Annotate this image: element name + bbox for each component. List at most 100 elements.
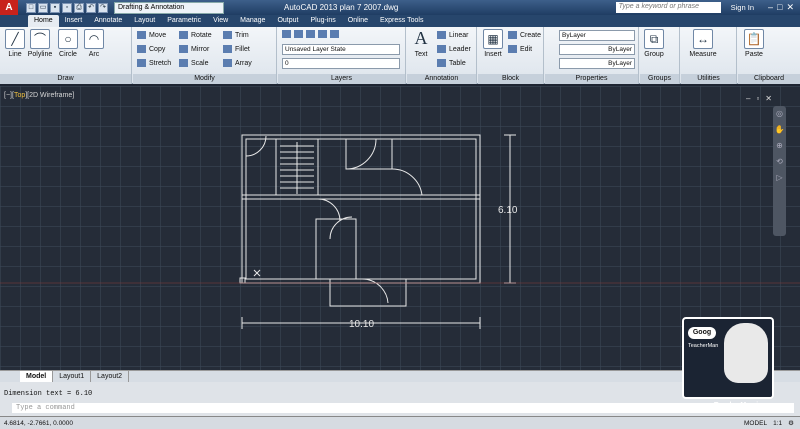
modify-panel-label[interactable]: Modify — [133, 74, 276, 84]
layers-panel: Unsaved Layer State 0 Layers — [278, 27, 406, 84]
tab-output[interactable]: Output — [271, 15, 304, 27]
ribbon-tabs: Home Insert Annotate Layout Parametric V… — [0, 15, 800, 27]
workspace-dropdown[interactable]: Drafting & Annotation — [114, 1, 224, 14]
tab-layout1[interactable]: Layout1 — [53, 371, 92, 382]
inner-wall — [245, 138, 477, 280]
closet — [315, 218, 357, 280]
tab-parametric[interactable]: Parametric — [161, 15, 207, 27]
rotate-tool[interactable]: Rotate — [179, 31, 212, 39]
quick-access-toolbar: □ ▭ ▪ ▫ ⎙ ↶ ↷ — [26, 2, 108, 13]
trim-tool[interactable]: Trim — [223, 31, 249, 39]
save-as-icon[interactable]: ▫ — [62, 2, 72, 13]
circle-tool[interactable]: ○ Circle — [56, 27, 80, 58]
layer-dropdown[interactable]: 0 — [282, 58, 400, 69]
command-window: Dimension text = 6.10 Type a command — [0, 382, 800, 416]
copy-tool[interactable]: Copy — [137, 45, 165, 53]
insert-block-tool[interactable]: ▦ Insert — [480, 27, 506, 58]
tab-manage[interactable]: Manage — [234, 15, 271, 27]
layer-properties-icon[interactable] — [282, 30, 342, 38]
tab-annotate[interactable]: Annotate — [88, 15, 128, 27]
modify-panel: Move Copy Stretch Rotate Mirror Scale Tr… — [133, 27, 277, 84]
measure-icon: ↔ — [693, 29, 713, 49]
tab-express-tools[interactable]: Express Tools — [374, 15, 429, 27]
maximize-icon[interactable]: □ — [777, 2, 782, 13]
brand-name: TeacherMan — [688, 343, 719, 349]
plot-icon[interactable]: ⎙ — [74, 2, 84, 13]
move-icon — [137, 31, 146, 39]
tab-layout[interactable]: Layout — [128, 15, 161, 27]
workspace-switch-icon[interactable]: ⚙ — [788, 419, 794, 427]
rotate-icon — [179, 31, 188, 39]
leader-tool[interactable]: Leader — [437, 45, 471, 53]
layer-state-dropdown[interactable]: Unsaved Layer State — [282, 44, 400, 55]
edit-block-tool[interactable]: Edit — [508, 45, 532, 53]
drawing-canvas[interactable]: [−][Top][2D Wireframe] –▫✕ ◎ ✋ ⊕ ⟲ ▷ 6.1… — [0, 86, 800, 370]
autocad-app-icon[interactable]: A — [0, 0, 18, 15]
tab-home[interactable]: Home — [28, 15, 59, 27]
linear-dim-tool[interactable]: Linear — [437, 31, 468, 39]
command-input[interactable]: Type a command — [12, 403, 794, 413]
open-icon[interactable]: ▭ — [38, 2, 48, 13]
status-toggles: MODEL 1:1 ⚙ — [744, 419, 794, 428]
properties-panel-label[interactable]: Properties — [545, 74, 638, 84]
paste-icon: 📋 — [744, 29, 764, 49]
avatar — [724, 323, 768, 383]
fillet-tool[interactable]: Fillet — [223, 45, 250, 53]
move-tool[interactable]: Move — [137, 31, 166, 39]
arc-tool[interactable]: ◠ Arc — [82, 27, 106, 58]
block-panel-label[interactable]: Block — [478, 74, 543, 84]
tab-online[interactable]: Online — [342, 15, 374, 27]
leader-icon — [437, 45, 446, 53]
array-icon — [223, 59, 232, 67]
coordinate-readout[interactable]: 4.6814, -2.7661, 0.0000 — [4, 420, 73, 427]
stairs — [280, 142, 314, 194]
tab-view[interactable]: View — [207, 15, 234, 27]
utilities-panel-label[interactable]: Utilities — [681, 74, 736, 84]
vertical-dimension-text[interactable]: 6.10 — [498, 205, 518, 216]
groups-panel-label[interactable]: Groups — [640, 74, 679, 84]
bath-room — [345, 138, 393, 170]
tab-plugins[interactable]: Plug-ins — [304, 15, 341, 27]
title-bar: A □ ▭ ▪ ▫ ⎙ ↶ ↷ Drafting & Annotation Au… — [0, 0, 800, 15]
mirror-icon — [179, 45, 188, 53]
sign-in-link[interactable]: Sign In — [731, 3, 754, 12]
model-toggle[interactable]: MODEL — [744, 420, 767, 427]
draw-panel-label[interactable]: Draw — [0, 74, 131, 84]
outer-wall — [241, 134, 481, 284]
tab-model[interactable]: Model — [20, 371, 54, 382]
color-dropdown[interactable]: ByLayer — [559, 30, 635, 41]
measure-tool[interactable]: ↔ Measure — [685, 27, 721, 58]
tab-layout2[interactable]: Layout2 — [91, 371, 130, 382]
clipboard-panel-label[interactable]: Clipboard — [738, 74, 800, 84]
annotation-scale[interactable]: 1:1 — [773, 420, 782, 427]
layout-tabs: Model Layout1 Layout2 — [0, 370, 800, 382]
annotation-panel-label[interactable]: Annotation — [407, 74, 476, 84]
undo-icon[interactable]: ↶ — [86, 2, 96, 13]
mirror-tool[interactable]: Mirror — [179, 45, 209, 53]
horizontal-dimension-text[interactable]: 10.10 — [349, 319, 374, 330]
scale-tool[interactable]: Scale — [179, 59, 209, 67]
stretch-tool[interactable]: Stretch — [137, 59, 171, 67]
line-icon: ╱ — [5, 29, 25, 49]
array-tool[interactable]: Array — [223, 59, 252, 67]
new-icon[interactable]: □ — [26, 2, 36, 13]
text-tool[interactable]: A Text — [409, 27, 433, 58]
minimize-icon[interactable]: – — [768, 2, 773, 13]
linetype-dropdown[interactable]: ByLayer — [559, 44, 635, 55]
copy-icon — [137, 45, 146, 53]
paste-tool[interactable]: 📋 Paste — [742, 27, 766, 58]
tab-insert[interactable]: Insert — [59, 15, 89, 27]
table-tool[interactable]: Table — [437, 59, 466, 67]
table-icon — [437, 59, 446, 67]
group-tool[interactable]: ⧉ Group — [642, 27, 666, 58]
save-icon[interactable]: ▪ — [50, 2, 60, 13]
redo-icon[interactable]: ↷ — [98, 2, 108, 13]
lineweight-dropdown[interactable]: ByLayer — [559, 58, 635, 69]
polyline-tool[interactable]: ⌒ Polyline — [26, 27, 54, 58]
search-input[interactable]: Type a keyword or phrase — [615, 2, 721, 13]
close-icon[interactable]: ✕ — [786, 2, 794, 13]
line-tool[interactable]: ╱ Line — [4, 27, 26, 58]
layers-panel-label[interactable]: Layers — [278, 74, 405, 84]
create-block-tool[interactable]: Create — [508, 31, 541, 39]
window-buttons: – □ ✕ — [768, 2, 794, 13]
